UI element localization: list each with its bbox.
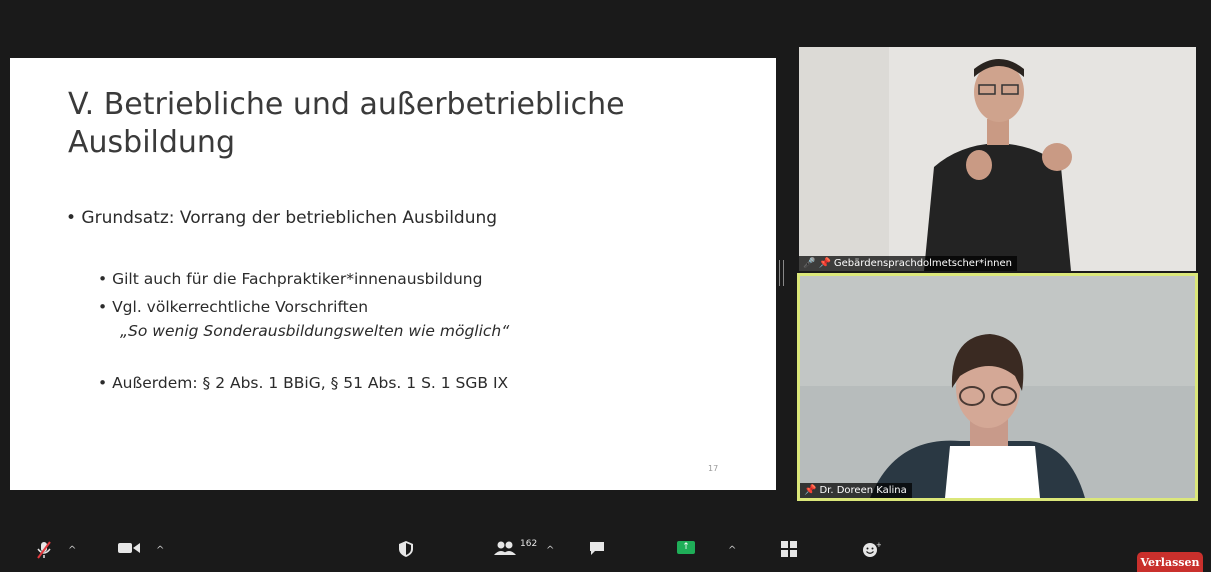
chat-button[interactable] — [589, 541, 605, 556]
pin-icon: 📌 — [804, 485, 817, 496]
slide-quote: „So wenig Sonderausbildungswelten wie mö… — [120, 322, 510, 340]
emoji-plus-icon: + — [863, 541, 881, 557]
video-options-caret[interactable]: ^ — [156, 545, 164, 556]
participants-icon — [494, 541, 516, 555]
audio-options-caret[interactable]: ^ — [68, 545, 76, 556]
meeting-toolbar: ^ ^ 162 ^ ↑ ^ + — [0, 535, 1211, 572]
chat-bubble-icon — [590, 542, 604, 555]
participant-label: 📌 Dr. Doreen Kalina — [800, 483, 912, 498]
speaker-video — [800, 276, 1195, 498]
video-tile-active-speaker[interactable]: 📌 Dr. Doreen Kalina — [797, 273, 1198, 501]
shield-icon — [399, 541, 413, 557]
slide-page-number: 17 — [708, 464, 719, 473]
security-button[interactable] — [399, 541, 413, 557]
slide-bullet-main: • Grundsatz: Vorrang der betrieblichen A… — [66, 208, 498, 228]
interpreter-video — [799, 47, 1196, 271]
slide-bullet-sub-1: • Gilt auch für die Fachpraktiker*innena… — [98, 270, 483, 288]
video-tile-interpreter[interactable]: 🎤 📌 Gebärdensprachdolmetscher*innen — [799, 47, 1196, 271]
mute-button[interactable] — [36, 541, 52, 559]
shared-slide: V. Betriebliche und außerbetriebliche Au… — [10, 58, 776, 490]
breakout-rooms-button[interactable] — [781, 541, 797, 557]
muted-mic-icon: 🎤 — [803, 258, 816, 269]
pin-icon: 📌 — [818, 258, 831, 269]
participant-label: 🎤 📌 Gebärdensprachdolmetscher*innen — [799, 256, 1018, 271]
participants-count: 162 — [520, 539, 538, 549]
participants-options-caret[interactable]: ^ — [546, 545, 554, 556]
slide-title: V. Betriebliche und außerbetriebliche Au… — [68, 87, 625, 160]
participant-name: Gebärdensprachdolmetscher*innen — [833, 258, 1013, 269]
share-options-caret[interactable]: ^ — [728, 545, 736, 556]
split-view-resize-handle[interactable] — [779, 260, 784, 286]
video-camera-icon — [118, 543, 140, 553]
grid-icon — [781, 541, 797, 557]
participants-button[interactable]: 162 — [494, 539, 538, 555]
reactions-button[interactable]: + — [863, 541, 881, 558]
leave-meeting-button[interactable]: Verlassen — [1137, 552, 1203, 572]
slide-bullet-sub-3: • Außerdem: § 2 Abs. 1 BBiG, § 51 Abs. 1… — [98, 374, 509, 392]
svg-text:+: + — [876, 541, 881, 549]
slide-bullet-sub-2: • Vgl. völkerrechtliche Vorschriften — [98, 298, 369, 316]
video-button[interactable] — [118, 541, 140, 555]
microphone-muted-icon — [37, 541, 51, 559]
participant-name: Dr. Doreen Kalina — [819, 485, 907, 496]
share-screen-icon: ↑ — [677, 541, 695, 554]
share-screen-button[interactable]: ↑ — [677, 541, 695, 554]
